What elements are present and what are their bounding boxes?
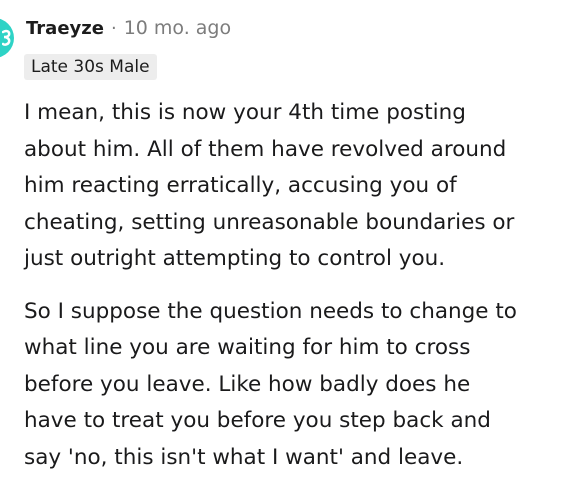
text-line: So I suppose the question needs to chang… xyxy=(24,298,517,324)
user-avatar[interactable] xyxy=(0,18,14,58)
meta-separator: · xyxy=(110,17,117,39)
comment-timestamp[interactable]: 10 mo. ago xyxy=(124,17,231,39)
user-flair: Late 30s Male xyxy=(24,54,157,80)
text-line: before you leave. Like how badly does he xyxy=(24,371,471,397)
comment-body: I mean, this is now your 4th time postin… xyxy=(24,95,560,476)
comment-paragraph: So I suppose the question needs to chang… xyxy=(24,294,560,477)
comment-meta: Traeyze · 10 mo. ago xyxy=(26,15,231,41)
user-avatar-icon xyxy=(1,29,11,47)
text-line: cheating, setting unreasonable boundarie… xyxy=(24,209,515,235)
text-line: say 'no, this isn't what I want' and lea… xyxy=(24,444,464,470)
text-line: I mean, this is now your 4th time postin… xyxy=(24,100,466,125)
text-line: him reacting erratically, accusing you o… xyxy=(24,173,457,198)
text-line: what line you are waiting for him to cro… xyxy=(24,335,471,360)
author-name[interactable]: Traeyze xyxy=(26,18,104,39)
comment: Traeyze · 10 mo. ago Late 30s Male I mea… xyxy=(0,0,565,495)
text-line: just outright attempting to control you. xyxy=(24,246,446,271)
text-line: about him. All of them have revolved aro… xyxy=(24,136,507,162)
text-line: have to treat you before you step back a… xyxy=(24,408,491,433)
comment-paragraph: I mean, this is now your 4th time postin… xyxy=(24,95,560,278)
